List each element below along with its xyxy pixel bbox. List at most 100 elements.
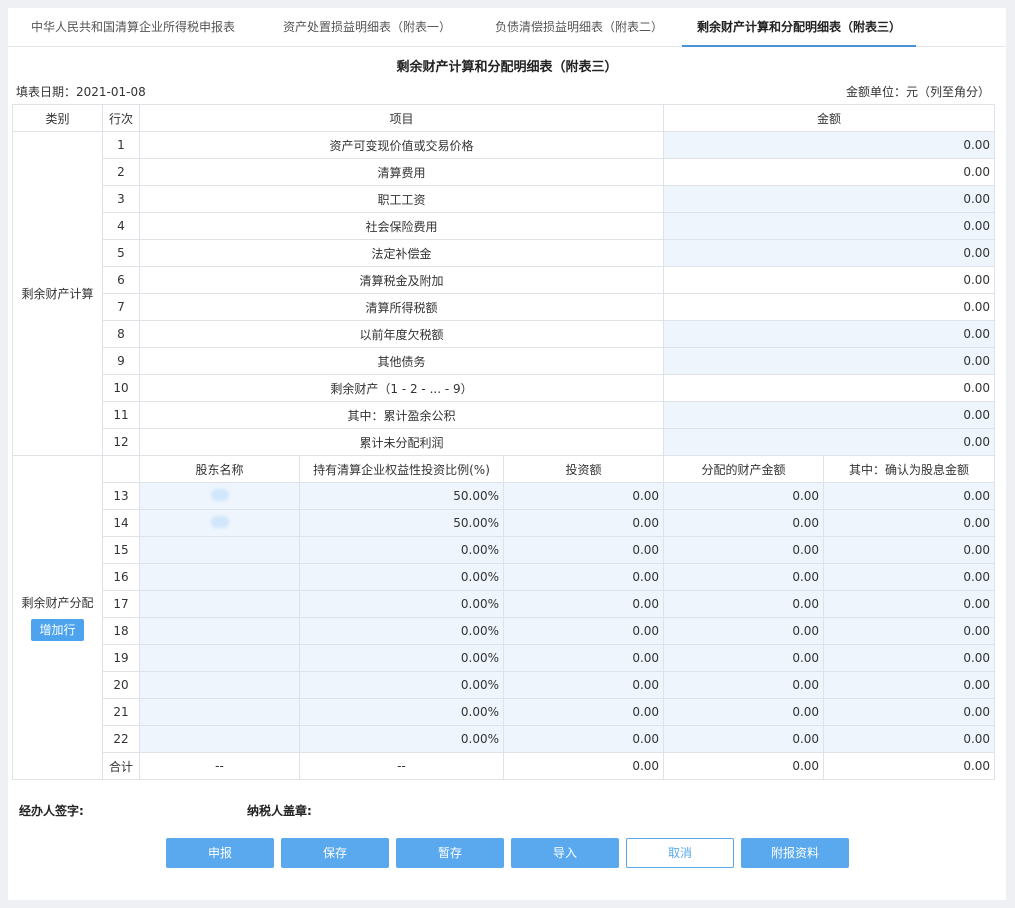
import-button[interactable]: 导入 (511, 838, 619, 868)
row-number: 2 (102, 158, 140, 186)
shareholder-name-field[interactable] (139, 617, 300, 645)
attachments-button[interactable]: 附报资料 (741, 838, 849, 868)
row-number: 10 (102, 374, 140, 402)
row-number: 19 (102, 644, 140, 672)
ratio-field[interactable]: 0.00% (299, 725, 504, 753)
distributed-amount-field[interactable]: 0.00 (663, 536, 825, 564)
dividend-amount-field[interactable]: 0.00 (823, 617, 996, 645)
tab-residual-property[interactable]: 剩余财产计算和分配明细表（附表三） (682, 8, 916, 47)
ratio-field[interactable]: 0.00% (299, 698, 504, 726)
distributed-amount-field[interactable]: 0.00 (663, 725, 825, 753)
ratio-field[interactable]: 0.00% (299, 563, 504, 591)
header-category: 类别 (12, 104, 103, 132)
shareholder-name-field[interactable] (139, 644, 300, 672)
investment-field[interactable]: 0.00 (502, 698, 665, 726)
ratio-field[interactable]: 0.00% (299, 671, 504, 699)
table-header-row: 类别 行次 项目 金额 (12, 104, 996, 132)
cancel-button[interactable]: 取消 (626, 838, 734, 868)
distributed-amount-field[interactable]: 0.00 (663, 698, 825, 726)
total-ratio: -- (299, 752, 504, 780)
tab-asset-disposal[interactable]: 资产处置损益明细表（附表一） (258, 8, 476, 46)
investment-field[interactable]: 0.00 (502, 725, 665, 753)
distributed-amount-field[interactable]: 0.00 (663, 563, 825, 591)
shareholder-name-field[interactable] (139, 698, 300, 726)
ratio-field[interactable]: 0.00% (299, 536, 504, 564)
shareholder-name-field[interactable] (139, 536, 300, 564)
dividend-amount-field[interactable]: 0.00 (823, 698, 996, 726)
row-number: 4 (102, 212, 140, 240)
header-amount: 金额 (663, 104, 996, 132)
row-number: 16 (102, 563, 140, 591)
dividend-amount-field[interactable]: 0.00 (823, 563, 996, 591)
add-row-button[interactable]: 增加行 (31, 619, 84, 641)
dist-row: 15 0.00% 0.00 0.00 0.00 (13, 536, 996, 564)
dividend-amount-field[interactable]: 0.00 (823, 509, 996, 537)
dist-header-row: 剩余财产分配 增加行 股东名称 持有清算企业权益性投资比例(%) 投资额 分配的财产金额其… (12, 455, 996, 780)
shareholder-name-field[interactable] (139, 590, 300, 618)
dividend-amount-field[interactable]: 0.00 (823, 671, 996, 699)
total-dividend: 0.00 (823, 752, 996, 780)
investment-field[interactable]: 0.00 (502, 644, 665, 672)
ratio-field[interactable]: 50.00% (299, 509, 504, 537)
amount-field[interactable]: 0.00 (663, 185, 996, 213)
distributed-amount-field[interactable]: 0.00 (663, 509, 825, 537)
investment-field[interactable]: 0.00 (502, 590, 665, 618)
distributed-amount-field[interactable]: 0.00 (663, 590, 825, 618)
investment-field[interactable]: 0.00 (502, 563, 665, 591)
ratio-field[interactable]: 0.00% (299, 617, 504, 645)
calc-row: 8 以前年度欠税额 0.00 (13, 320, 996, 348)
residual-property-table: 类别 行次 项目 金额 剩余财产计算 1 资产可变现价值或交易价格 0.00 2 清算费用… (12, 104, 996, 780)
investment-field[interactable]: 0.00 (502, 536, 665, 564)
investment-field[interactable]: 0.00 (502, 671, 665, 699)
dist-row: 21 0.00% 0.00 0.00 0.00 (13, 698, 996, 726)
save-button[interactable]: 保存 (281, 838, 389, 868)
dividend-amount-field[interactable]: 0.00 (823, 482, 996, 510)
distributed-amount-field[interactable]: 0.00 (663, 482, 825, 510)
row-number: 7 (102, 293, 140, 321)
dist-row: 20 0.00% 0.00 0.00 0.00 (13, 671, 996, 699)
row-number: 5 (102, 239, 140, 267)
declare-button[interactable]: 申报 (166, 838, 274, 868)
amount-field[interactable]: 0.00 (663, 320, 996, 348)
calc-row: 9 其他债务 0.00 (13, 347, 996, 375)
row-number: 13 (102, 482, 140, 510)
amount-field[interactable]: 0.00 (663, 347, 996, 375)
dist-column-header: 投资额 (502, 455, 665, 483)
amount-field[interactable]: 0.00 (663, 212, 996, 240)
dividend-amount-field[interactable]: 0.00 (823, 644, 996, 672)
shareholder-name-field[interactable] (139, 725, 300, 753)
investment-field[interactable]: 0.00 (502, 482, 665, 510)
amount-field[interactable]: 0.00 (663, 239, 996, 267)
investment-field[interactable]: 0.00 (502, 509, 665, 537)
calc-row: 2 清算费用 0.00 (13, 158, 996, 186)
distributed-amount-field[interactable]: 0.00 (663, 644, 825, 672)
distributed-amount-field[interactable]: 0.00 (663, 671, 825, 699)
dividend-amount-field[interactable]: 0.00 (823, 536, 996, 564)
item-label: 其中：累计盈余公积 (138, 401, 665, 429)
shareholder-name-field[interactable] (139, 671, 300, 699)
tab-debt-settlement[interactable]: 负债清偿损益明细表（附表二） (476, 8, 682, 46)
dividend-amount-field[interactable]: 0.00 (823, 725, 996, 753)
dividend-amount-field[interactable]: 0.00 (823, 590, 996, 618)
shareholder-name-field[interactable] (139, 482, 300, 510)
header-item: 项目 (138, 104, 665, 132)
investment-field[interactable]: 0.00 (502, 617, 665, 645)
tab-main-return[interactable]: 中华人民共和国清算企业所得税申报表 (8, 8, 258, 46)
ratio-field[interactable]: 0.00% (299, 590, 504, 618)
temp-save-button[interactable]: 暂存 (396, 838, 504, 868)
shareholder-name-field[interactable] (139, 509, 300, 537)
dist-category-label: 剩余财产分配 (21, 596, 94, 610)
total-distributed: 0.00 (663, 752, 825, 780)
ratio-field[interactable]: 0.00% (299, 644, 504, 672)
dist-row: 19 0.00% 0.00 0.00 0.00 (13, 644, 996, 672)
amount-field[interactable]: 0.00 (663, 428, 996, 456)
amount-field[interactable]: 0.00 (663, 401, 996, 429)
amount-unit: 金额单位：元（列至角分） (845, 85, 990, 99)
shareholder-name-field[interactable] (139, 563, 300, 591)
distributed-amount-field[interactable]: 0.00 (663, 617, 825, 645)
ratio-field[interactable]: 50.00% (299, 482, 504, 510)
total-row: 合计 -- -- 0.00 0.00 0.00 (13, 752, 996, 780)
calc-row: 剩余财产计算 1 资产可变现价值或交易价格 0.00 (12, 131, 996, 456)
calc-category-label: 剩余财产计算 (12, 131, 103, 456)
amount-field[interactable]: 0.00 (663, 131, 996, 159)
